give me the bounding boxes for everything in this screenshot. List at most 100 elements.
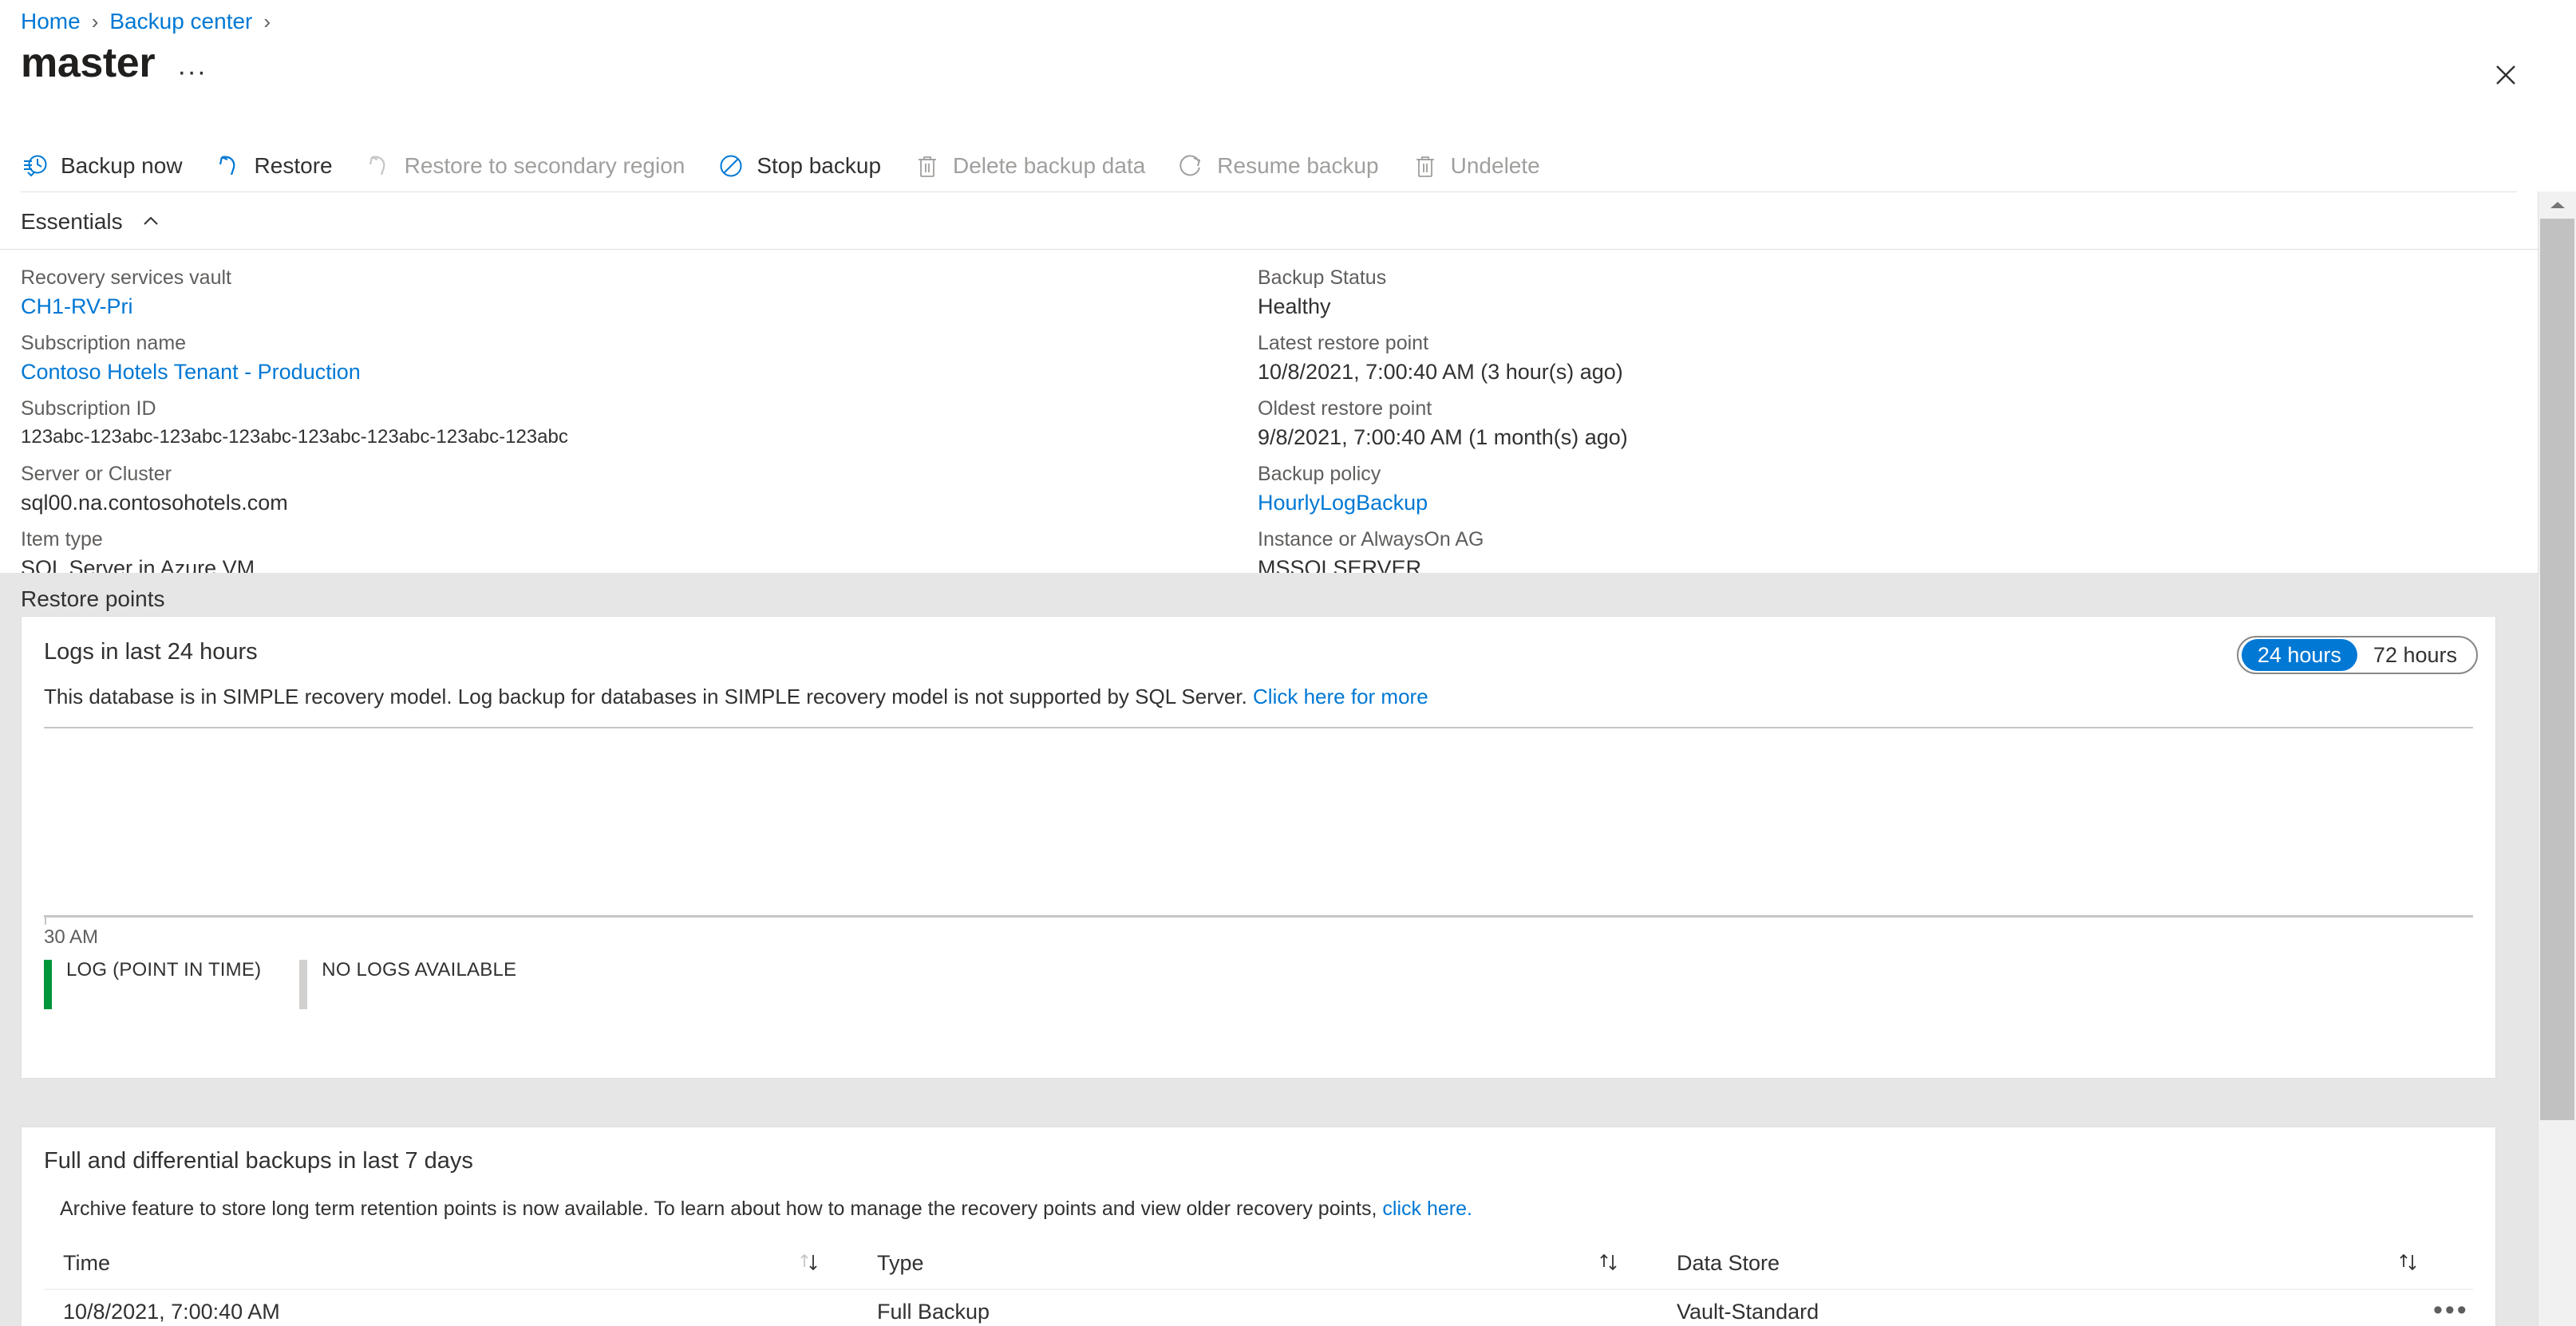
delete-backup-data-button: Delete backup data — [913, 152, 1145, 180]
essentials-field-latest-restore-point: Latest restore point 10/8/2021, 7:00:40 … — [1258, 329, 2495, 386]
resume-backup-button: Resume backup — [1177, 152, 1379, 180]
essentials-label-item-type: Item type — [21, 528, 103, 551]
essentials-value-latest-restore-point: 10/8/2021, 7:00:40 AM (3 hour(s) ago) — [1258, 360, 1623, 384]
close-icon[interactable] — [2488, 57, 2523, 93]
essentials-divider — [0, 249, 2538, 250]
backups-card-note-text: Archive feature to store long term reten… — [60, 1198, 1377, 1220]
essentials-value-server-or-cluster: sql00.na.contosohotels.com — [21, 491, 288, 515]
backups-table-header: Time Type Data Store — [22, 1239, 2495, 1287]
vertical-scrollbar[interactable] — [2538, 191, 2576, 1326]
essentials-field-subscription-name: Subscription name Contoso Hotels Tenant … — [21, 329, 1258, 386]
chart-legend: LOG (POINT IN TIME) NO LOGS AVAILABLE — [44, 960, 555, 1009]
toggle-option-72-hours[interactable]: 72 hours — [2357, 639, 2473, 671]
essentials-value-subscription-name[interactable]: Contoso Hotels Tenant - Production — [21, 357, 1258, 386]
cell-type: Full Backup — [877, 1300, 990, 1324]
essentials-field-subscription-id: Subscription ID 123abc-123abc-123abc-123… — [21, 394, 1258, 452]
resume-icon — [1177, 152, 1206, 180]
essentials-field-server-or-cluster: Server or Cluster sql00.na.contosohotels… — [21, 460, 1258, 517]
backups-table-header-rule — [44, 1289, 2473, 1290]
sort-ascending-icon-time[interactable] — [796, 1249, 823, 1277]
backup-now-label: Backup now — [61, 153, 183, 178]
logs-card-message: This database is in SIMPLE recovery mode… — [44, 685, 1428, 709]
chart-top-divider — [44, 727, 2473, 728]
restore-label: Restore — [254, 153, 333, 178]
breadcrumb-item-backup-center[interactable]: Backup center — [109, 8, 252, 35]
essentials-value-oldest-restore-point: 9/8/2021, 7:00:40 AM (1 month(s) ago) — [1258, 425, 1628, 449]
undelete-button: Undelete — [1411, 152, 1540, 180]
essentials-label: Essentials — [21, 209, 123, 234]
legend-item-no-logs-available[interactable]: NO LOGS AVAILABLE — [299, 960, 516, 1009]
stop-backup-icon — [717, 152, 745, 180]
legend-item-log-point-in-time[interactable]: LOG (POINT IN TIME) — [44, 960, 261, 1009]
chart-x-axis — [44, 915, 2473, 918]
backup-now-button[interactable]: Backup now — [21, 152, 183, 180]
essentials-toggle[interactable]: Essentials — [21, 209, 161, 235]
chevron-up-icon — [140, 211, 161, 232]
blade-master: Home › Backup center › master ··· Backup… — [0, 0, 2576, 1326]
logs-card-title: Logs in last 24 hours — [44, 639, 258, 665]
essentials-left-column: Recovery services vault CH1-RV-Pri Subsc… — [21, 263, 1258, 590]
column-header-time[interactable]: Time — [63, 1251, 110, 1276]
essentials-value-subscription-id: 123abc-123abc-123abc-123abc-123abc-123ab… — [21, 426, 568, 448]
click-here-for-more-link[interactable]: Click here for more — [1253, 685, 1428, 708]
delete-backup-data-label: Delete backup data — [953, 153, 1146, 178]
cell-data-store: Vault-Standard — [1677, 1300, 1819, 1324]
row-context-menu-button[interactable]: ••• — [2433, 1296, 2469, 1324]
chart-x-axis-tick — [45, 915, 46, 925]
caret-up-icon[interactable] — [2538, 191, 2576, 219]
breadcrumb-item-home[interactable]: Home — [21, 8, 81, 35]
sort-ascending-icon-data-store[interactable] — [2395, 1249, 2422, 1277]
title-more-menu-button[interactable]: ··· — [177, 58, 207, 85]
toggle-option-24-hours[interactable]: 24 hours — [2241, 639, 2357, 671]
restore-to-secondary-region-button: Restore to secondary region — [365, 152, 685, 180]
essentials-field-vault: Recovery services vault CH1-RV-Pri — [21, 263, 1258, 321]
backup-now-icon — [21, 152, 49, 180]
click-here-link[interactable]: click here. — [1382, 1198, 1472, 1220]
restore-to-secondary-region-label: Restore to secondary region — [404, 153, 685, 178]
breadcrumb-separator-icon: › — [91, 10, 99, 34]
essentials-label-subscription-name: Subscription name — [21, 332, 187, 354]
essentials-field-backup-policy: Backup policy HourlyLogBackup — [1258, 460, 2495, 517]
legend-label-log-point-in-time: LOG (POINT IN TIME) — [66, 959, 262, 981]
legend-label-no-logs-available: NO LOGS AVAILABLE — [322, 959, 517, 981]
title-row: master ··· — [21, 40, 207, 86]
essentials-grid: Recovery services vault CH1-RV-Pri Subsc… — [21, 263, 2495, 590]
essentials-right-column: Backup Status Healthy Latest restore poi… — [1258, 263, 2495, 590]
backups-card: Full and differential backups in last 7 … — [21, 1127, 2496, 1326]
logs-card: Logs in last 24 hours This database is i… — [21, 616, 2496, 1079]
essentials-label-server-or-cluster: Server or Cluster — [21, 463, 172, 485]
essentials-field-backup-status: Backup Status Healthy — [1258, 263, 2495, 321]
column-header-data-store-label: Data Store — [1677, 1250, 1780, 1275]
restore-points-title: Restore points — [21, 586, 165, 611]
essentials-label-subscription-id: Subscription ID — [21, 397, 156, 420]
page-title: master — [21, 40, 156, 86]
chart-x-axis-tick-label: 30 AM — [44, 926, 99, 948]
essentials-label-vault: Recovery services vault — [21, 266, 231, 289]
column-header-type[interactable]: Type — [877, 1251, 924, 1276]
essentials-label-backup-policy: Backup policy — [1258, 463, 1381, 485]
essentials-value-vault[interactable]: CH1-RV-Pri — [21, 292, 1258, 321]
essentials-value-backup-policy[interactable]: HourlyLogBackup — [1258, 488, 2495, 517]
essentials-value-backup-status: Healthy — [1258, 294, 1331, 318]
essentials-label-instance: Instance or AlwaysOn AG — [1258, 528, 1484, 551]
backups-card-note: Archive feature to store long term reten… — [60, 1198, 1472, 1221]
time-range-toggle: 24 hours 72 hours — [2236, 636, 2478, 674]
stop-backup-label: Stop backup — [757, 153, 882, 178]
scrollbar-thumb[interactable] — [2540, 219, 2574, 1120]
resume-backup-label: Resume backup — [1217, 153, 1379, 178]
restore-icon — [215, 152, 243, 180]
table-row[interactable]: 10/8/2021, 7:00:40 AM Full Backup Vault-… — [22, 1296, 2495, 1326]
trash-icon — [913, 152, 942, 180]
stop-backup-button[interactable]: Stop backup — [717, 152, 881, 180]
command-bar: Backup now Restore Restore to secondary … — [21, 142, 1572, 190]
restore-button[interactable]: Restore — [215, 152, 333, 180]
legend-swatch-gray — [299, 960, 308, 1009]
sort-ascending-icon-type[interactable] — [1595, 1249, 1622, 1277]
column-header-data-store[interactable]: Data Store — [1677, 1251, 1780, 1276]
legend-swatch-green — [44, 960, 52, 1009]
trash-icon-2 — [1411, 152, 1440, 180]
backups-card-title: Full and differential backups in last 7 … — [44, 1148, 473, 1174]
breadcrumb-separator-icon-2: › — [263, 10, 271, 34]
breadcrumb: Home › Backup center › — [21, 8, 282, 35]
command-bar-divider — [21, 191, 2517, 192]
